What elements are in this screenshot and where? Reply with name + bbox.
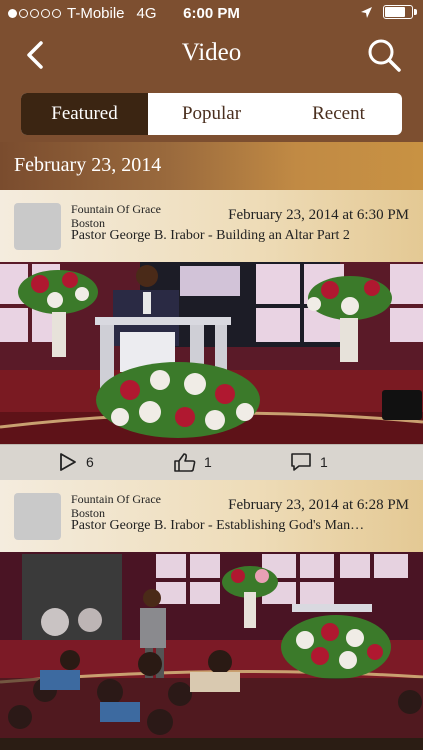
battery-icon [383,5,417,19]
video-card-header: Fountain Of Grace Boston February 23, 20… [0,190,423,262]
tab-bar: Featured Popular Recent [0,84,423,142]
video-actions: 6 1 1 [0,444,423,480]
video-card-header: Fountain Of Grace Boston February 23, 20… [0,480,423,552]
comment-count[interactable]: 1 [290,452,328,472]
channel-name: Fountain Of Grace Boston [71,202,161,230]
channel-avatar [14,203,61,250]
play-count-value: 6 [86,454,94,470]
video-title[interactable]: Pastor George B. Irabor - Building an Al… [71,228,411,244]
like-count[interactable]: 1 [174,452,212,472]
like-count-value: 1 [204,454,212,470]
video-title[interactable]: Pastor George B. Irabor - Establishing G… [71,518,411,534]
video-date: February 23, 2014 at 6:30 PM [228,207,409,223]
video-card[interactable]: Fountain Of Grace Boston February 23, 20… [0,480,423,750]
video-thumbnail[interactable] [0,552,423,738]
channel-avatar [14,493,61,540]
tab-featured[interactable]: Featured [21,93,148,135]
location-icon [361,6,372,18]
tab-popular[interactable]: Popular [148,93,275,135]
play-count[interactable]: 6 [58,452,94,472]
video-date: February 23, 2014 at 6:28 PM [228,497,409,513]
section-header: February 23, 2014 [0,142,423,190]
status-bar: T-Mobile 4G 6:00 PM [0,0,423,28]
comment-icon [291,453,311,471]
search-icon[interactable] [367,38,401,72]
thumbs-up-icon [174,453,196,472]
video-card[interactable]: Fountain Of Grace Boston February 23, 20… [0,190,423,480]
segmented-control: Featured Popular Recent [21,93,402,135]
play-icon [60,453,76,471]
navigation-bar: Video [0,28,423,84]
video-thumbnail[interactable] [0,262,423,444]
channel-name: Fountain Of Grace Boston [71,492,161,520]
section-date: February 23, 2014 [14,154,162,176]
page-title: Video [181,39,242,66]
tab-recent[interactable]: Recent [275,93,402,135]
comment-count-value: 1 [320,454,328,470]
